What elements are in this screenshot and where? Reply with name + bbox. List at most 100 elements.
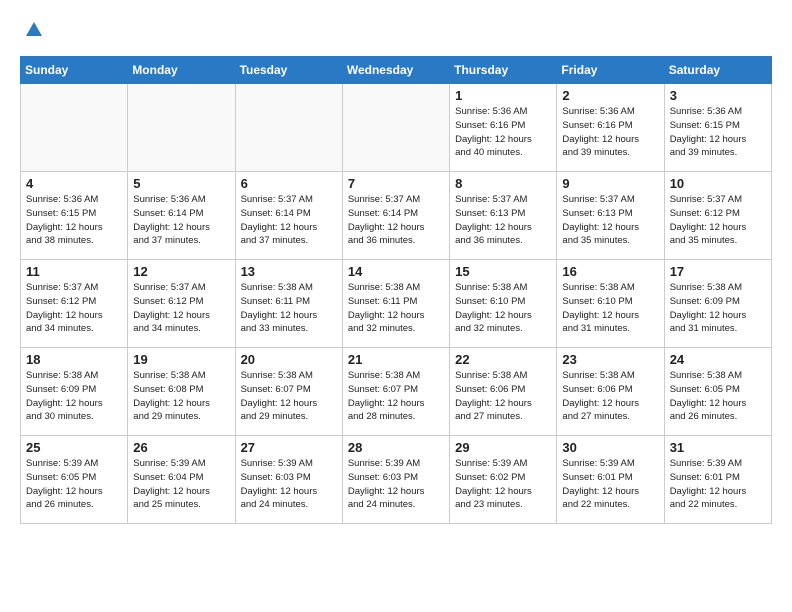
day-number: 22 xyxy=(455,352,551,367)
day-info: Sunrise: 5:39 AM Sunset: 6:03 PM Dayligh… xyxy=(241,457,337,512)
day-number: 19 xyxy=(133,352,229,367)
calendar-cell: 23 Sunrise: 5:38 AM Sunset: 6:06 PM Dayli… xyxy=(557,348,664,436)
day-number: 14 xyxy=(348,264,444,279)
day-number: 7 xyxy=(348,176,444,191)
calendar-cell: 1 Sunrise: 5:36 AM Sunset: 6:16 PM Daylig… xyxy=(450,84,557,172)
calendar-cell: 12 Sunrise: 5:37 AM Sunset: 6:12 PM Dayli… xyxy=(128,260,235,348)
logo xyxy=(20,20,44,40)
day-info: Sunrise: 5:37 AM Sunset: 6:14 PM Dayligh… xyxy=(241,193,337,248)
header-tuesday: Tuesday xyxy=(235,57,342,84)
calendar-cell: 17 Sunrise: 5:38 AM Sunset: 6:09 PM Dayli… xyxy=(664,260,771,348)
week-row-5: 25 Sunrise: 5:39 AM Sunset: 6:05 PM Dayli… xyxy=(21,436,772,524)
day-number: 16 xyxy=(562,264,658,279)
calendar-cell: 11 Sunrise: 5:37 AM Sunset: 6:12 PM Dayli… xyxy=(21,260,128,348)
day-info: Sunrise: 5:38 AM Sunset: 6:06 PM Dayligh… xyxy=(562,369,658,424)
day-info: Sunrise: 5:38 AM Sunset: 6:10 PM Dayligh… xyxy=(562,281,658,336)
calendar-cell: 15 Sunrise: 5:38 AM Sunset: 6:10 PM Dayli… xyxy=(450,260,557,348)
calendar-cell xyxy=(342,84,449,172)
calendar-cell: 2 Sunrise: 5:36 AM Sunset: 6:16 PM Daylig… xyxy=(557,84,664,172)
day-info: Sunrise: 5:36 AM Sunset: 6:15 PM Dayligh… xyxy=(670,105,766,160)
calendar-cell: 29 Sunrise: 5:39 AM Sunset: 6:02 PM Dayli… xyxy=(450,436,557,524)
calendar-cell: 18Sunrise: 5:38 AM Sunset: 6:09 PM Dayli… xyxy=(21,348,128,436)
calendar-cell: 5 Sunrise: 5:36 AM Sunset: 6:14 PM Daylig… xyxy=(128,172,235,260)
day-info: Sunrise: 5:39 AM Sunset: 6:01 PM Dayligh… xyxy=(670,457,766,512)
day-number: 5 xyxy=(133,176,229,191)
calendar-cell: 14 Sunrise: 5:38 AM Sunset: 6:11 PM Dayli… xyxy=(342,260,449,348)
day-info: Sunrise: 5:38 AM Sunset: 6:11 PM Dayligh… xyxy=(348,281,444,336)
calendar-cell: 4 Sunrise: 5:36 AM Sunset: 6:15 PM Daylig… xyxy=(21,172,128,260)
day-number: 13 xyxy=(241,264,337,279)
day-number: 20 xyxy=(241,352,337,367)
calendar-cell: 20 Sunrise: 5:38 AM Sunset: 6:07 PM Dayli… xyxy=(235,348,342,436)
header-saturday: Saturday xyxy=(664,57,771,84)
calendar-cell: 24 Sunrise: 5:38 AM Sunset: 6:05 PM Dayli… xyxy=(664,348,771,436)
header-row: SundayMondayTuesdayWednesdayThursdayFrid… xyxy=(21,57,772,84)
day-info: Sunrise: 5:38 AM Sunset: 6:09 PM Dayligh… xyxy=(670,281,766,336)
day-number: 8 xyxy=(455,176,551,191)
day-info: Sunrise: 5:39 AM Sunset: 6:05 PM Dayligh… xyxy=(26,457,122,512)
calendar-cell xyxy=(21,84,128,172)
page-header xyxy=(20,20,772,40)
calendar-cell: 19 Sunrise: 5:38 AM Sunset: 6:08 PM Dayli… xyxy=(128,348,235,436)
calendar-cell: 27 Sunrise: 5:39 AM Sunset: 6:03 PM Dayli… xyxy=(235,436,342,524)
day-info: Sunrise: 5:37 AM Sunset: 6:12 PM Dayligh… xyxy=(670,193,766,248)
day-number: 2 xyxy=(562,88,658,103)
day-info: Sunrise: 5:39 AM Sunset: 6:03 PM Dayligh… xyxy=(348,457,444,512)
calendar-cell: 26 Sunrise: 5:39 AM Sunset: 6:04 PM Dayli… xyxy=(128,436,235,524)
day-info: Sunrise: 5:36 AM Sunset: 6:14 PM Dayligh… xyxy=(133,193,229,248)
day-info: Sunrise: 5:37 AM Sunset: 6:13 PM Dayligh… xyxy=(455,193,551,248)
header-thursday: Thursday xyxy=(450,57,557,84)
day-number: 21 xyxy=(348,352,444,367)
calendar-cell: 7 Sunrise: 5:37 AM Sunset: 6:14 PM Daylig… xyxy=(342,172,449,260)
day-number: 1 xyxy=(455,88,551,103)
day-number: 11 xyxy=(26,264,122,279)
day-info: Sunrise: 5:37 AM Sunset: 6:12 PM Dayligh… xyxy=(26,281,122,336)
day-number: 15 xyxy=(455,264,551,279)
calendar-cell: 3 Sunrise: 5:36 AM Sunset: 6:15 PM Daylig… xyxy=(664,84,771,172)
day-number: 28 xyxy=(348,440,444,455)
calendar-cell: 21Sunrise: 5:38 AM Sunset: 6:07 PM Dayli… xyxy=(342,348,449,436)
calendar-cell: 16 Sunrise: 5:38 AM Sunset: 6:10 PM Dayli… xyxy=(557,260,664,348)
calendar-cell: 22 Sunrise: 5:38 AM Sunset: 6:06 PM Dayli… xyxy=(450,348,557,436)
day-info: Sunrise: 5:39 AM Sunset: 6:02 PM Dayligh… xyxy=(455,457,551,512)
calendar-cell: 8 Sunrise: 5:37 AM Sunset: 6:13 PM Daylig… xyxy=(450,172,557,260)
day-info: Sunrise: 5:38 AM Sunset: 6:08 PM Dayligh… xyxy=(133,369,229,424)
day-info: Sunrise: 5:36 AM Sunset: 6:16 PM Dayligh… xyxy=(455,105,551,160)
day-number: 4 xyxy=(26,176,122,191)
day-info: Sunrise: 5:37 AM Sunset: 6:14 PM Dayligh… xyxy=(348,193,444,248)
calendar-cell: 10 Sunrise: 5:37 AM Sunset: 6:12 PM Dayli… xyxy=(664,172,771,260)
calendar-cell: 30Sunrise: 5:39 AM Sunset: 6:01 PM Dayli… xyxy=(557,436,664,524)
day-info: Sunrise: 5:39 AM Sunset: 6:01 PM Dayligh… xyxy=(562,457,658,512)
day-info: Sunrise: 5:38 AM Sunset: 6:11 PM Dayligh… xyxy=(241,281,337,336)
day-number: 26 xyxy=(133,440,229,455)
day-number: 24 xyxy=(670,352,766,367)
calendar-cell: 25 Sunrise: 5:39 AM Sunset: 6:05 PM Dayli… xyxy=(21,436,128,524)
day-number: 3 xyxy=(670,88,766,103)
day-info: Sunrise: 5:38 AM Sunset: 6:10 PM Dayligh… xyxy=(455,281,551,336)
day-info: Sunrise: 5:38 AM Sunset: 6:07 PM Dayligh… xyxy=(241,369,337,424)
calendar-cell: 28 Sunrise: 5:39 AM Sunset: 6:03 PM Dayli… xyxy=(342,436,449,524)
header-wednesday: Wednesday xyxy=(342,57,449,84)
calendar-cell xyxy=(235,84,342,172)
day-info: Sunrise: 5:39 AM Sunset: 6:04 PM Dayligh… xyxy=(133,457,229,512)
day-info: Sunrise: 5:37 AM Sunset: 6:12 PM Dayligh… xyxy=(133,281,229,336)
day-number: 23 xyxy=(562,352,658,367)
day-number: 6 xyxy=(241,176,337,191)
header-monday: Monday xyxy=(128,57,235,84)
calendar-cell: 6 Sunrise: 5:37 AM Sunset: 6:14 PM Daylig… xyxy=(235,172,342,260)
day-info: Sunrise: 5:36 AM Sunset: 6:15 PM Dayligh… xyxy=(26,193,122,248)
day-number: 10 xyxy=(670,176,766,191)
day-number: 29 xyxy=(455,440,551,455)
day-info: Sunrise: 5:38 AM Sunset: 6:06 PM Dayligh… xyxy=(455,369,551,424)
day-info: Sunrise: 5:38 AM Sunset: 6:05 PM Dayligh… xyxy=(670,369,766,424)
day-number: 18 xyxy=(26,352,122,367)
calendar-cell: 13 Sunrise: 5:38 AM Sunset: 6:11 PM Dayli… xyxy=(235,260,342,348)
day-number: 12 xyxy=(133,264,229,279)
day-number: 17 xyxy=(670,264,766,279)
day-number: 27 xyxy=(241,440,337,455)
day-info: Sunrise: 5:36 AM Sunset: 6:16 PM Dayligh… xyxy=(562,105,658,160)
week-row-2: 4 Sunrise: 5:36 AM Sunset: 6:15 PM Daylig… xyxy=(21,172,772,260)
day-number: 25 xyxy=(26,440,122,455)
header-sunday: Sunday xyxy=(21,57,128,84)
week-row-4: 18Sunrise: 5:38 AM Sunset: 6:09 PM Dayli… xyxy=(21,348,772,436)
